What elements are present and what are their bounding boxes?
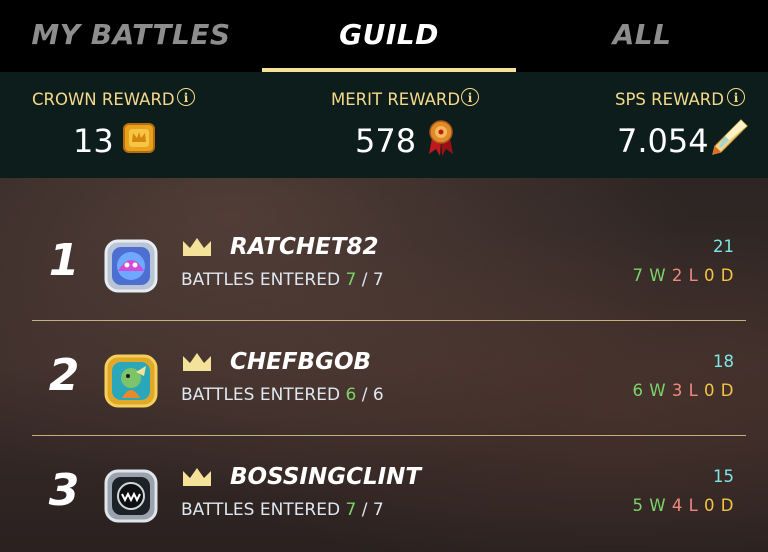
- tab-my-battles[interactable]: MY BATTLES: [0, 0, 262, 72]
- merit-medal-icon: [426, 118, 456, 163]
- avatar[interactable]: [102, 467, 160, 525]
- crown-icon: [181, 351, 213, 378]
- sps-crystal-icon: [711, 118, 749, 161]
- sps-reward-label: SPS REWARD: [615, 90, 724, 109]
- player-score: 18: [713, 352, 734, 371]
- crown-reward-label: CROWN REWARD: [32, 90, 175, 109]
- draws-count: 0: [704, 266, 716, 285]
- sps-reward: SPS REWARD i 7.054: [512, 72, 768, 178]
- losses-label: L: [688, 381, 699, 400]
- battles-total: 7: [372, 500, 384, 520]
- crown-reward: CROWN REWARD i 13: [0, 72, 256, 178]
- rank-number: 2: [48, 350, 80, 401]
- crown-icon: [181, 466, 213, 493]
- merit-reward-label: MERIT REWARD: [331, 90, 461, 109]
- crown-reward-value: 13: [73, 122, 114, 160]
- row-divider: [32, 435, 746, 436]
- draws-count: 0: [704, 381, 716, 400]
- draws-count: 0: [704, 496, 716, 515]
- row-divider: [32, 320, 746, 321]
- merit-reward-value: 578: [355, 122, 417, 160]
- draws-label: D: [720, 496, 734, 515]
- leaderboard-row[interactable]: 2 CHEFBGOB BATTLES ENTERED 6 / 6 18 6 W …: [0, 322, 768, 437]
- wins-count: 7: [632, 266, 644, 285]
- guild-leaderboard: 1 RATCHET82 BATTLES ENTERED 7 / 7 21 7 W…: [0, 178, 768, 551]
- battles-entered-label: BATTLES ENTERED: [181, 500, 341, 520]
- wins-label: W: [649, 266, 667, 285]
- wins-label: W: [649, 381, 667, 400]
- battles-entered-count: 6: [345, 385, 357, 405]
- battles-entered-count: 7: [345, 500, 357, 520]
- wins-count: 6: [632, 381, 644, 400]
- info-icon[interactable]: i: [177, 88, 195, 106]
- battles-entered-count: 7: [345, 270, 357, 290]
- wins-label: W: [649, 496, 667, 515]
- leaderboard-row[interactable]: 3 BOSSINGCLINT BATTLES ENTERED 7 / 7 15 …: [0, 437, 768, 552]
- leaderboard-row[interactable]: 1 RATCHET82 BATTLES ENTERED 7 / 7 21 7 W…: [0, 207, 768, 322]
- info-icon[interactable]: i: [461, 88, 479, 106]
- draws-label: D: [720, 381, 734, 400]
- battles-separator: /: [361, 270, 368, 290]
- rank-number: 1: [48, 235, 80, 286]
- draws-label: D: [720, 266, 734, 285]
- crown-icon: [181, 236, 213, 263]
- losses-count: 4: [671, 496, 683, 515]
- losses-count: 3: [671, 381, 683, 400]
- battles-entered: BATTLES ENTERED 7 / 7: [181, 270, 384, 290]
- win-loss-draw-record: 7 W 2 L 0 D: [633, 266, 735, 285]
- losses-label: L: [688, 496, 699, 515]
- battles-separator: /: [361, 385, 368, 405]
- player-name[interactable]: CHEFBGOB: [230, 349, 371, 375]
- rewards-panel: CROWN REWARD i 13 MERIT REWARD i 578 SPS…: [0, 72, 768, 178]
- losses-count: 2: [671, 266, 683, 285]
- player-score: 21: [713, 237, 734, 256]
- player-name[interactable]: RATCHET82: [230, 234, 379, 260]
- win-loss-draw-record: 6 W 3 L 0 D: [633, 381, 735, 400]
- sps-reward-value: 7.054: [617, 122, 709, 160]
- losses-label: L: [688, 266, 699, 285]
- tab-all[interactable]: ALL: [516, 0, 768, 72]
- battles-entered: BATTLES ENTERED 7 / 7: [181, 500, 384, 520]
- merit-reward: MERIT REWARD i 578: [256, 72, 512, 178]
- wins-count: 5: [632, 496, 644, 515]
- tab-guild[interactable]: GUILD: [262, 0, 516, 72]
- battles-entered-label: BATTLES ENTERED: [181, 385, 341, 405]
- avatar[interactable]: [102, 352, 160, 410]
- rank-number: 3: [48, 465, 80, 516]
- battles-total: 6: [372, 385, 384, 405]
- info-icon[interactable]: i: [727, 88, 745, 106]
- win-loss-draw-record: 5 W 4 L 0 D: [633, 496, 735, 515]
- player-score: 15: [713, 467, 734, 486]
- battles-total: 7: [372, 270, 384, 290]
- battles-separator: /: [361, 500, 368, 520]
- battles-entered: BATTLES ENTERED 6 / 6: [181, 385, 384, 405]
- avatar[interactable]: [102, 237, 160, 295]
- crown-token-icon: [121, 120, 157, 161]
- tab-bar: MY BATTLES GUILD ALL: [0, 0, 768, 72]
- player-name[interactable]: BOSSINGCLINT: [230, 464, 421, 490]
- battles-entered-label: BATTLES ENTERED: [181, 270, 341, 290]
